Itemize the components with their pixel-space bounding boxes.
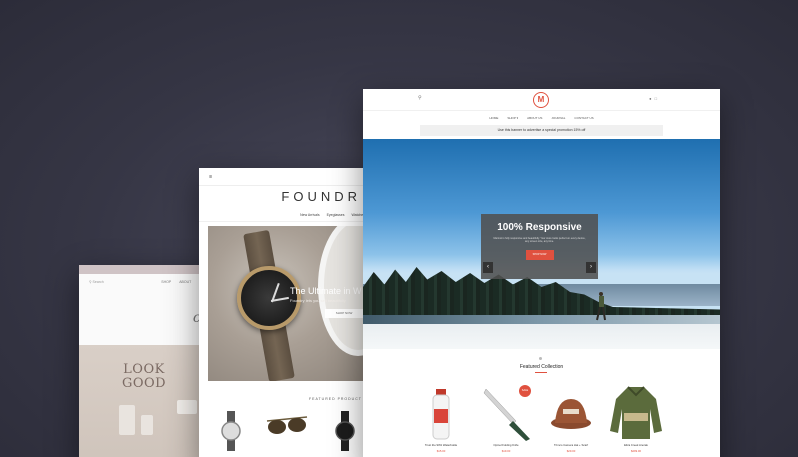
slide-dot[interactable] [539,357,542,360]
product-name[interactable]: Opinel Folding Knife [476,443,536,447]
front-site-mockup: ⚲ M ●□ HOME SHOP ▾ ABOUT US JOURNAL CONT… [363,89,720,457]
back-hero: LOOK GOOD [79,345,219,457]
hero-subtitle: Foundry lets you sell beautifully [290,298,346,303]
product-price: $19.00 [501,449,511,453]
product-card[interactable]: SALE Opinel Folding Knife $19.00 [476,383,536,453]
snow-image [363,324,720,349]
nav-item-new-arrivals[interactable]: New Arrivals [300,213,319,217]
product-card[interactable]: Trimco Camera Hat + Scarf $29.00 [541,383,601,453]
vase-image [141,415,153,435]
back-nav: ⚲ Search SHOP ABOUT BLOG [79,274,219,290]
hero-text: Marmot is fully responsive and beautiful… [493,237,586,243]
product-name[interactable]: Eliza Creek Anorak [606,443,666,447]
sale-badge: SALE [519,385,531,397]
shop-now-button[interactable]: SHOP NOW [525,250,554,260]
anorak-jacket-image [610,386,662,439]
nav-item[interactable]: SHOP [161,280,171,284]
back-site-mockup: ● ● ● ⚲ Search SHOP ABOUT BLOG ca LOOK G… [79,265,219,457]
water-bottle-image [432,389,450,440]
featured-product-label: FEATURED PRODUCT [309,397,362,401]
product-name[interactable]: Trimco Camera Hat + Scarf [541,443,601,447]
nav-item-about[interactable]: ABOUT US [527,116,542,120]
product-price: $15.00 [436,449,446,453]
nav-item-contact[interactable]: CONTACT US [574,116,593,120]
next-slide-arrow-icon[interactable]: › [586,262,596,273]
camp-hat-image [551,399,591,429]
top-bar: ● ● ● [79,265,219,274]
foundry-logo: FOUNDR [281,189,361,204]
hero-title: The Ultimate in W [290,286,362,296]
top-bar: ☰ [199,168,379,186]
hero-slideshow: 100% Responsive Marmot is fully responsi… [363,139,720,349]
nav-item-home[interactable]: HOME [489,116,498,120]
black-watch-product-image[interactable] [333,411,357,451]
art-card-image [177,400,197,414]
search-input[interactable]: ⚲ Search [89,280,153,284]
promo-banner[interactable]: Use this banner to advertise a special p… [420,125,663,136]
site-header: ⚲ M ●□ [363,89,720,111]
vase-image [119,405,135,435]
middle-nav: New Arrivals Eyeglasses Watches [199,208,379,222]
hero-title: 100% Responsive [497,222,582,233]
nav-item[interactable]: ABOUT [179,280,191,284]
main-nav: HOME SHOP ▾ ABOUT US JOURNAL CONTACT US [363,111,720,125]
brand-logo[interactable]: M [533,92,549,108]
sunglasses-product-image[interactable] [265,411,309,441]
featured-collection-title: Featured Collection [519,364,564,370]
middle-site-mockup: ☰ FOUNDR New Arrivals Eyeglasses Watches… [199,168,379,457]
product-card[interactable]: Trust the 90% Waterbottle $15.00 [411,383,471,453]
watch-product-image[interactable] [219,411,243,451]
back-brand-logo: ca [79,290,219,345]
nav-item-shop[interactable]: SHOP ▾ [507,116,518,120]
search-icon[interactable]: ⚲ [418,95,422,101]
product-price: $29.00 [566,449,576,453]
product-name[interactable]: Trust the 90% Waterbottle [411,443,471,447]
prev-slide-arrow-icon[interactable]: ‹ [483,262,493,273]
hiker-image [596,292,606,321]
hero-headline: LOOK GOOD [121,362,167,391]
shop-now-button[interactable]: SHOP NOW [325,309,363,318]
nav-item-eyeglasses[interactable]: Eyeglasses [327,213,345,217]
product-card[interactable]: Eliza Creek Anorak $299.00 [606,383,666,453]
product-price: $299.00 [630,449,642,453]
title-underline [535,372,547,373]
hero-caption-box: 100% Responsive Marmot is fully responsi… [481,214,598,279]
account-cart-icons[interactable]: ●□ [649,96,660,101]
watch-hero: The Ultimate in W Foundry lets you sell … [208,226,368,381]
nav-item-journal[interactable]: JOURNAL [551,116,565,120]
